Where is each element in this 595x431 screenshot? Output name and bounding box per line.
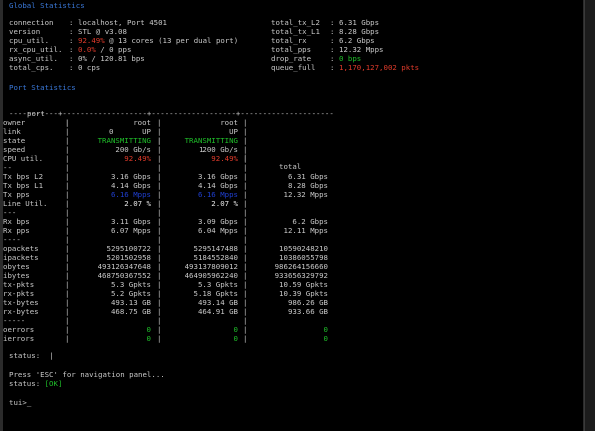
stat-label: total_cps. — [9, 63, 54, 72]
port1-value: 92.49% — [211, 154, 238, 163]
port0-value: 0 — [146, 325, 151, 334]
total-value: 0 — [323, 334, 328, 343]
stat-value-highlight: 0.0% — [78, 45, 96, 54]
port0-value: 6.07 Mpps — [110, 226, 151, 235]
stat-label: queue_full — [271, 63, 316, 72]
port1-value: 0 — [233, 334, 238, 343]
row-label: ierrors — [3, 334, 35, 343]
global-stats-title: Global Statistics — [9, 1, 85, 10]
port0-value: 0 — [146, 334, 151, 343]
stat-value: 0 cps — [78, 63, 101, 72]
stat-value-highlight: 92.49% — [78, 36, 105, 45]
total-value: 0 — [323, 325, 328, 334]
port-stats-title: Port Statistics — [9, 83, 76, 92]
total-value: 12.11 Mpps — [283, 226, 329, 235]
command-prompt[interactable]: tui>_ — [9, 398, 32, 408]
port0-value: 92.49% — [124, 154, 151, 163]
text-cursor: | — [49, 351, 54, 360]
status-line: status: | — [9, 351, 54, 360]
port0-value: root — [133, 118, 151, 127]
prompt-cursor: _ — [26, 398, 32, 407]
help-status: status: [OK] — [9, 379, 63, 388]
port0-value: 2.07 % — [124, 199, 151, 208]
total-value: 933.66 GB — [287, 307, 328, 316]
table-divider: -----------+-------------------+--------… — [9, 109, 334, 118]
stat-value: / 0 pps — [95, 45, 132, 54]
status-ok-badge: [OK] — [44, 379, 63, 388]
port1-value: 6.04 Mpps — [197, 226, 238, 235]
port1-value: 0 — [233, 325, 238, 334]
stat-value: @ 13 cores (13 per dual port) — [104, 36, 239, 45]
port1-value: 2.07 % — [211, 199, 238, 208]
port1-value: root — [220, 118, 238, 127]
stat-value: 1,170,127,002 pkts — [339, 63, 420, 72]
terminal-scrollbar[interactable] — [584, 0, 595, 431]
port0-value: 468.75 GB — [110, 307, 151, 316]
port1-value: 464.91 GB — [197, 307, 238, 316]
column-header: total — [279, 162, 302, 172]
terminal-window[interactable]: Global Statistics connection: localhost, … — [3, 0, 583, 431]
total-value: 12.32 Mpps — [283, 190, 329, 199]
